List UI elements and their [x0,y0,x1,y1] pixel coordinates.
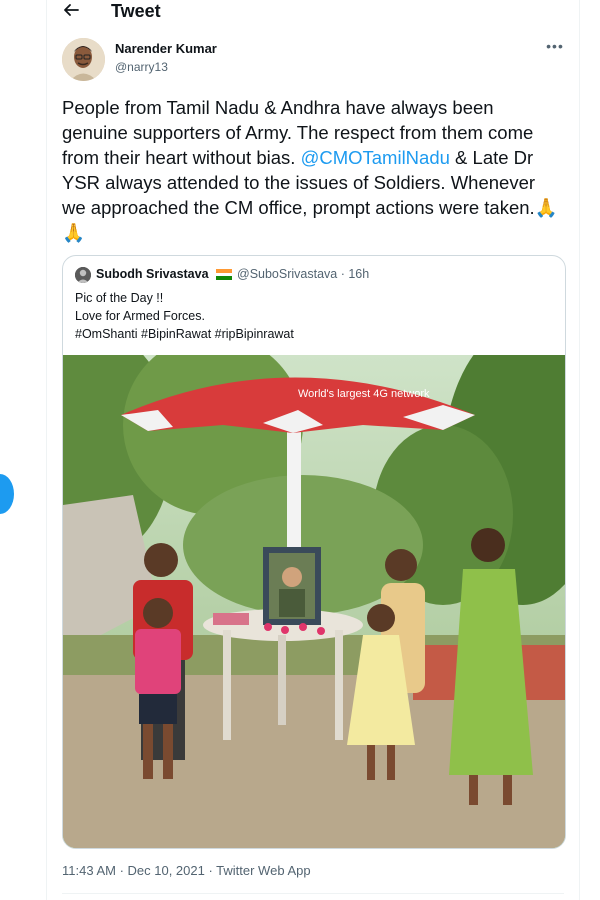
quoted-photo[interactable]: World's largest 4G network [63,355,565,848]
author-handle[interactable]: @narry13 [115,60,168,74]
mention-link[interactable]: @CMOTamilNadu [301,147,450,168]
quoted-line-2: Love for Armed Forces. [75,309,205,323]
author-avatar[interactable] [62,38,105,81]
page-title: Tweet [111,1,161,21]
quoted-text: Pic of the Day !! Love for Armed Forces.… [75,289,555,343]
quoted-author-name: Subodh Srivastava [96,267,209,281]
quoted-author-avatar [75,267,91,283]
tweet-column: Tweet Narender Kumar @narry13 ••• People… [46,0,580,900]
quoted-author-handle: @SuboSrivastava [237,267,338,281]
umbrella-text: World's largest 4G network [298,388,430,400]
arrow-left-icon[interactable] [61,0,81,20]
quoted-author-meta: @SuboSrivastava · 16h [237,267,370,281]
india-flag-icon [216,269,232,281]
more-horizontal-icon[interactable]: ••• [545,38,565,54]
tweet-text: People from Tamil Nadu & Andhra have alw… [62,95,562,245]
author-name[interactable]: Narender Kumar [115,41,217,56]
divider [62,893,564,894]
quoted-line-3: #OmShanti #BipinRawat #ripBipinrawat [75,327,294,341]
quoted-time: 16h [348,267,370,281]
floating-action-button[interactable] [0,474,14,514]
tweet-timestamp[interactable]: 11:43 AM · Dec 10, 2021 · Twitter Web Ap… [62,863,311,878]
quoted-line-1: Pic of the Day !! [75,291,164,305]
quoted-tweet-card[interactable]: Subodh Srivastava @SuboSrivastava · 16h … [62,255,566,849]
page-header: Tweet [47,0,579,30]
